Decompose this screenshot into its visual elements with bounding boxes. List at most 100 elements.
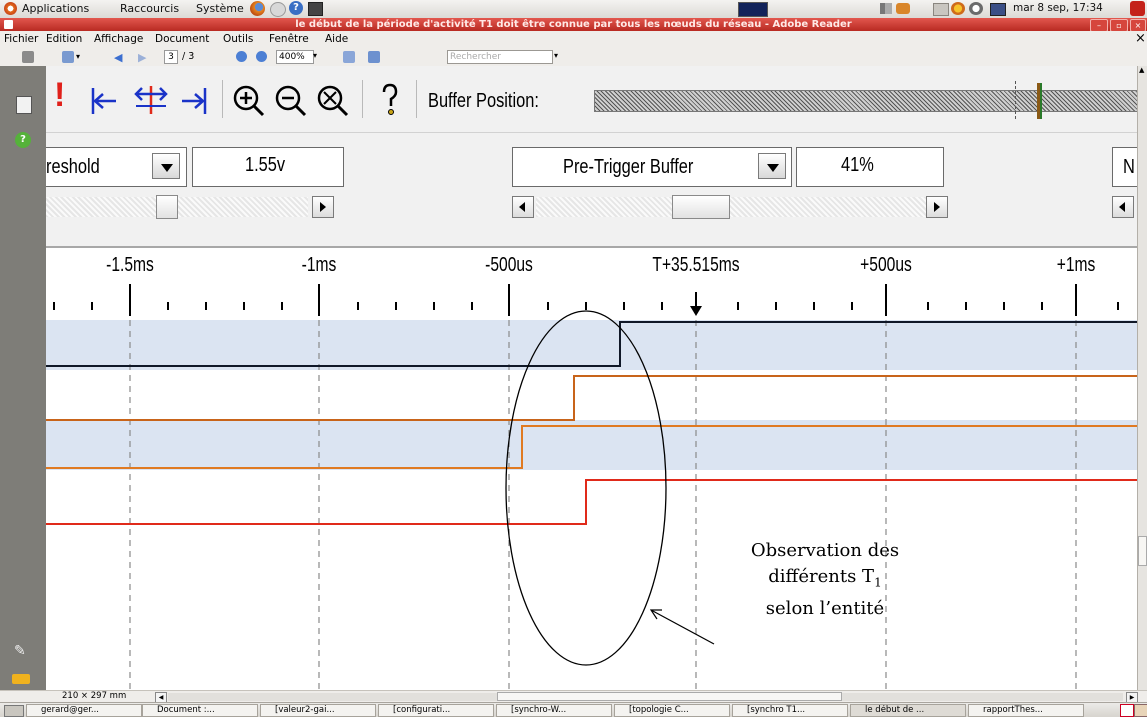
search-input[interactable]: Rechercher bbox=[447, 50, 553, 64]
taskbar-item[interactable]: rapportThes... bbox=[968, 704, 1084, 717]
ubuntu-logo-icon[interactable] bbox=[4, 2, 17, 15]
alert-icon[interactable]: ! bbox=[54, 78, 65, 112]
zoom-dropdown-icon[interactable]: ▾ bbox=[313, 51, 317, 60]
menubar: Fichier Edition Affichage Document Outil… bbox=[0, 31, 1147, 49]
go-to-trigger-icon[interactable] bbox=[134, 84, 168, 116]
menu-affichage[interactable]: Affichage bbox=[94, 33, 143, 45]
search-tool-icon[interactable] bbox=[969, 2, 983, 15]
search-dropdown-icon[interactable]: ▾ bbox=[554, 51, 558, 60]
pretrigger-value: 41% bbox=[841, 154, 874, 176]
buffer-position-bar[interactable] bbox=[594, 81, 1137, 119]
trigger-marker-icon bbox=[690, 292, 702, 316]
help-icon[interactable]: ? bbox=[289, 1, 303, 15]
window-title: le début de la période d'activité T1 doi… bbox=[295, 19, 852, 30]
gnome-top-panel: Applications Raccourcis Système ? mar 8 … bbox=[0, 0, 1147, 19]
pretrigger-slider-thumb[interactable] bbox=[672, 195, 730, 219]
zoom-in-icon[interactable] bbox=[256, 51, 267, 62]
email-dropdown-icon[interactable]: ▾ bbox=[76, 52, 80, 61]
menu-applications[interactable]: Applications bbox=[22, 2, 89, 15]
annotation-line-3: selon l’entité bbox=[765, 597, 885, 619]
cut-off-slider-left-button[interactable] bbox=[1112, 196, 1134, 218]
mail-icon[interactable] bbox=[270, 2, 286, 17]
go-to-start-icon[interactable] bbox=[90, 86, 118, 116]
taskbar-item[interactable]: Document :... bbox=[142, 704, 258, 717]
taskbar-item[interactable]: [synchro-W... bbox=[496, 704, 612, 717]
clock[interactable]: mar 8 sep, 17:34 bbox=[1013, 2, 1103, 14]
threshold-value: 1.55v bbox=[245, 154, 286, 176]
print-icon[interactable] bbox=[22, 51, 34, 63]
threshold-slider-right-button[interactable] bbox=[312, 196, 334, 218]
pretrigger-slider-left-button[interactable] bbox=[512, 196, 534, 218]
close-document-button[interactable]: × bbox=[1135, 31, 1146, 46]
cut-off-select[interactable]: N bbox=[1112, 147, 1137, 187]
threshold-label: reshold bbox=[46, 156, 100, 178]
channel-row bbox=[46, 420, 1137, 470]
menu-fenetre[interactable]: Fenêtre bbox=[269, 33, 309, 45]
annotation-text: Observation des différents T1 selon l’en… bbox=[722, 538, 928, 622]
time-tick-label: T+35.515ms bbox=[652, 254, 740, 276]
fit-page-icon[interactable] bbox=[368, 51, 380, 63]
taskbar-item[interactable]: [configurati... bbox=[378, 704, 494, 717]
pretrigger-value-field[interactable]: 41% bbox=[796, 147, 944, 187]
monitor-icon[interactable] bbox=[990, 3, 1006, 16]
taskbar-item[interactable]: [synchro T1... bbox=[732, 704, 848, 717]
pretrigger-dropdown-button[interactable] bbox=[758, 153, 786, 179]
menu-outils[interactable]: Outils bbox=[223, 33, 253, 45]
next-page-icon[interactable]: ▶ bbox=[138, 51, 146, 64]
menu-systeme[interactable]: Système bbox=[196, 2, 244, 15]
document-vertical-scrollbar[interactable]: ▲ bbox=[1137, 66, 1147, 690]
taskbar-item[interactable]: [topologie C... bbox=[614, 704, 730, 717]
attachments-icon[interactable]: ✎ bbox=[14, 643, 26, 659]
time-tick-label: -500us bbox=[485, 254, 533, 276]
taskbar-item[interactable]: [valeur2-gai... bbox=[260, 704, 376, 717]
workspace-switcher[interactable] bbox=[738, 2, 768, 17]
menu-raccourcis[interactable]: Raccourcis bbox=[120, 2, 179, 15]
scroll-up-icon[interactable]: ▲ bbox=[1139, 66, 1144, 74]
update-icon[interactable] bbox=[951, 2, 965, 15]
channel-row bbox=[46, 370, 1137, 420]
zoom-out-icon[interactable] bbox=[236, 51, 247, 62]
zoom-out-tool-icon[interactable] bbox=[274, 84, 308, 118]
vertical-scroll-thumb[interactable] bbox=[1138, 536, 1147, 566]
horizontal-scroll-thumb[interactable] bbox=[497, 692, 842, 701]
fit-width-icon[interactable] bbox=[343, 51, 355, 63]
screenshot-icon[interactable] bbox=[308, 2, 323, 16]
notification-icon[interactable] bbox=[1134, 704, 1147, 717]
pretrigger-slider-track[interactable] bbox=[536, 197, 926, 217]
toolbar-separator bbox=[222, 80, 223, 118]
menu-document[interactable]: Document bbox=[155, 33, 209, 45]
previous-page-icon[interactable]: ◀ bbox=[114, 51, 122, 64]
go-to-end-icon[interactable] bbox=[180, 86, 208, 116]
pages-panel-icon[interactable] bbox=[16, 96, 32, 114]
pretrigger-select[interactable]: Pre-Trigger Buffer bbox=[512, 147, 792, 187]
question-tool-icon[interactable] bbox=[380, 82, 400, 118]
help-panel-icon[interactable]: ? bbox=[15, 132, 31, 148]
zoom-fit-tool-icon[interactable] bbox=[316, 84, 350, 118]
printer-icon[interactable] bbox=[933, 3, 949, 16]
threshold-dropdown-button[interactable] bbox=[152, 153, 180, 179]
zoom-in-tool-icon[interactable] bbox=[232, 84, 266, 118]
toolbar-separator bbox=[362, 80, 363, 118]
time-tick-label: -1ms bbox=[301, 254, 337, 276]
menu-edition[interactable]: Edition bbox=[46, 33, 82, 45]
threshold-value-field[interactable]: 1.55v bbox=[192, 147, 344, 187]
taskbar-item[interactable]: gerard@ger... bbox=[26, 704, 142, 717]
email-icon[interactable] bbox=[62, 51, 74, 63]
power-icon[interactable] bbox=[1130, 1, 1145, 16]
pretrigger-slider-right-button[interactable] bbox=[926, 196, 948, 218]
show-desktop-icon[interactable] bbox=[4, 705, 24, 717]
window-titlebar[interactable]: le début de la période d'activité T1 doi… bbox=[0, 18, 1147, 32]
page-number-input[interactable]: 3 bbox=[164, 50, 178, 64]
threshold-slider-thumb[interactable] bbox=[156, 195, 178, 219]
channel-row bbox=[46, 320, 1137, 370]
volume-icon[interactable] bbox=[880, 3, 892, 14]
zoom-level-input[interactable]: 400% bbox=[276, 50, 314, 64]
taskbar-item[interactable]: le début de ... bbox=[850, 704, 966, 717]
comments-icon[interactable] bbox=[12, 674, 30, 684]
toolbar-separator bbox=[416, 80, 417, 118]
menu-fichier[interactable]: Fichier bbox=[4, 33, 38, 45]
network-icon[interactable] bbox=[896, 3, 910, 14]
trash-icon[interactable] bbox=[1120, 704, 1134, 717]
menu-aide[interactable]: Aide bbox=[325, 33, 348, 45]
firefox-icon[interactable] bbox=[250, 1, 265, 16]
